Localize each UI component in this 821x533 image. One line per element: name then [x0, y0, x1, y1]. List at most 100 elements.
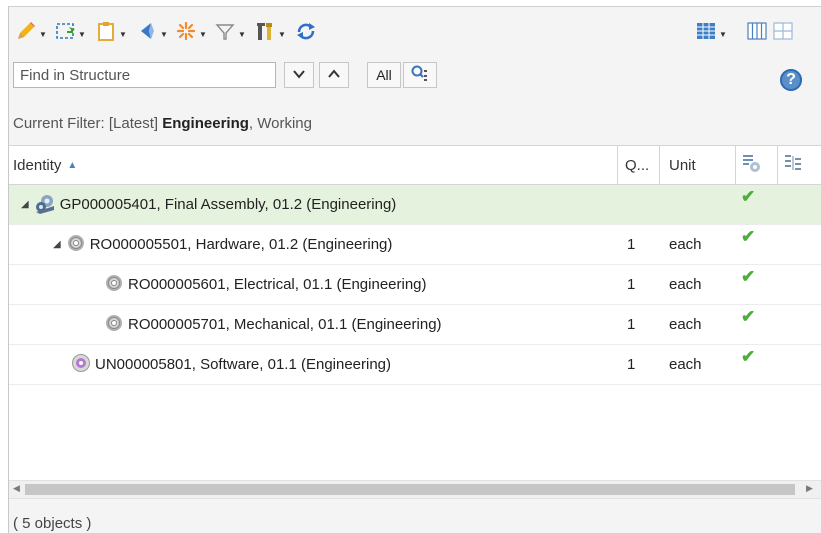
status-bar: ( 5 objects )	[13, 515, 92, 532]
table-row[interactable]: RO000005701, Mechanical, 01.1 (Engineeri…	[9, 305, 821, 345]
chevron-down-icon: ▼	[238, 29, 246, 39]
search-all-button[interactable]: All	[367, 62, 401, 88]
column-divider	[777, 146, 778, 184]
tree-column-icon	[783, 152, 805, 178]
filter-icon	[214, 20, 236, 42]
back-tool[interactable]: ▼	[136, 17, 168, 45]
row-identity-text: RO000005701, Mechanical, 01.1 (Engineeri…	[128, 316, 442, 333]
edit-tool[interactable]: ▼	[15, 17, 47, 45]
table-row[interactable]: RO000005601, Electrical, 01.1 (Engineeri…	[9, 265, 821, 305]
column-unit-label: Unit	[669, 156, 696, 174]
table-header: Identity ▲ Q... Unit	[9, 146, 821, 185]
help-icon[interactable]: ?	[780, 69, 802, 91]
column-divider	[659, 146, 660, 184]
search-input[interactable]	[13, 62, 276, 88]
sort-ascending-icon: ▲	[67, 159, 78, 171]
chevron-down-icon: ▼	[119, 29, 127, 39]
tools-tool[interactable]: ▼	[254, 17, 286, 45]
column-divider	[735, 146, 736, 184]
gear-icon	[66, 233, 86, 257]
paste-tool[interactable]: ▼	[95, 17, 127, 45]
unit-cell: each	[669, 276, 702, 293]
column-header-tree[interactable]	[783, 146, 805, 184]
disc-icon	[71, 353, 91, 377]
filter-tool[interactable]: ▼	[214, 17, 246, 45]
filter-prefix: Current Filter: [Latest]	[13, 115, 163, 132]
columns-icon	[746, 20, 768, 42]
row-identity-text: RO000005501, Hardware, 01.2 (Engineering…	[89, 236, 393, 253]
refresh-icon	[295, 20, 317, 42]
columns-tool[interactable]	[746, 17, 768, 45]
table-view-tool[interactable]: ▼	[695, 17, 727, 45]
chevron-down-icon: ▼	[719, 29, 727, 39]
burst-icon	[175, 20, 197, 42]
identity-cell: RO000005601, Electrical, 01.1 (Engineeri…	[104, 265, 427, 304]
gear-icon	[104, 313, 124, 337]
scrollbar-thumb[interactable]	[25, 484, 795, 495]
chevron-down-icon: ▼	[78, 29, 86, 39]
column-header-status[interactable]	[741, 146, 763, 184]
unit-cell: each	[669, 236, 702, 253]
check-icon: ✔	[741, 267, 756, 286]
quantity-cell: 1	[627, 316, 636, 333]
pencil-icon	[15, 20, 37, 42]
structure-panel: ▼ ▼ ▼ ▼ ▼ ▼ ▼ ▼ Find in Structure All ? …	[8, 6, 821, 533]
chevron-down-icon	[292, 67, 306, 84]
find-in-tree-icon	[410, 64, 430, 87]
search-next-button[interactable]	[284, 62, 314, 88]
unit-cell: each	[669, 356, 702, 373]
column-divider	[617, 146, 618, 184]
identity-cell: ◢ RO000005501, Hardware, 01.2 (Engineeri…	[53, 225, 392, 264]
quantity-cell: 1	[627, 236, 636, 253]
column-identity-label: Identity	[13, 156, 62, 174]
back-icon	[136, 20, 158, 42]
refresh-tool[interactable]	[295, 17, 317, 45]
search-options-button[interactable]	[403, 62, 437, 88]
unit-cell: each	[669, 316, 702, 333]
row-identity-text: GP000005401, Final Assembly, 01.2 (Engin…	[59, 196, 397, 213]
burst-tool[interactable]: ▼	[175, 17, 207, 45]
status-column-icon	[741, 152, 763, 178]
search-previous-button[interactable]	[319, 62, 349, 88]
column-header-identity[interactable]: Identity ▲	[13, 146, 77, 184]
structure-table: Identity ▲ Q... Unit ◢ GP000005401, Fina…	[9, 145, 821, 481]
chevron-down-icon: ▼	[160, 29, 168, 39]
insert-icon	[54, 20, 76, 42]
horizontal-scrollbar[interactable]: ◀ ▶	[9, 480, 821, 499]
current-filter: Current Filter: [Latest] Engineering, Wo…	[13, 115, 312, 132]
chevron-down-icon: ▼	[278, 29, 286, 39]
table-row[interactable]: ◢ GP000005401, Final Assembly, 01.2 (Eng…	[9, 185, 821, 225]
row-identity-text: RO000005601, Electrical, 01.1 (Engineeri…	[128, 276, 427, 293]
expand-toggle-icon[interactable]: ◢	[53, 239, 61, 250]
tools-icon	[254, 20, 276, 42]
toolbar: ▼ ▼ ▼ ▼ ▼ ▼ ▼ ▼	[9, 7, 821, 55]
check-icon: ✔	[741, 307, 756, 326]
expand-toggle-icon[interactable]: ◢	[21, 199, 29, 210]
row-identity-text: UN000005801, Software, 01.1 (Engineering…	[95, 356, 392, 373]
chevron-up-icon	[327, 67, 341, 84]
quantity-cell: 1	[627, 276, 636, 293]
check-icon: ✔	[741, 227, 756, 246]
check-icon: ✔	[741, 347, 756, 366]
column-header-unit[interactable]: Unit	[669, 146, 696, 184]
grid-icon	[772, 20, 794, 42]
filter-suffix: , Working	[248, 115, 312, 132]
table-row[interactable]: ◢ RO000005501, Hardware, 01.2 (Engineeri…	[9, 225, 821, 265]
chevron-down-icon: ▼	[39, 29, 47, 39]
column-quantity-label: Q...	[625, 156, 650, 174]
identity-cell: ◢ GP000005401, Final Assembly, 01.2 (Eng…	[21, 185, 396, 224]
table-row[interactable]: UN000005801, Software, 01.1 (Engineering…	[9, 345, 821, 385]
scroll-left-icon[interactable]: ◀	[13, 483, 20, 494]
gear-icon	[104, 273, 124, 297]
grid-tool[interactable]	[772, 17, 794, 45]
insert-tool[interactable]: ▼	[54, 17, 86, 45]
scroll-right-icon[interactable]: ▶	[806, 483, 813, 494]
column-header-quantity[interactable]: Q...	[625, 146, 649, 184]
check-icon: ✔	[741, 187, 756, 206]
identity-cell: RO000005701, Mechanical, 01.1 (Engineeri…	[104, 305, 442, 344]
search-bar: All ?	[9, 55, 821, 101]
search-all-label: All	[376, 67, 392, 83]
assembly-icon	[34, 192, 56, 218]
chevron-down-icon: ▼	[199, 29, 207, 39]
identity-cell: UN000005801, Software, 01.1 (Engineering…	[71, 345, 391, 384]
